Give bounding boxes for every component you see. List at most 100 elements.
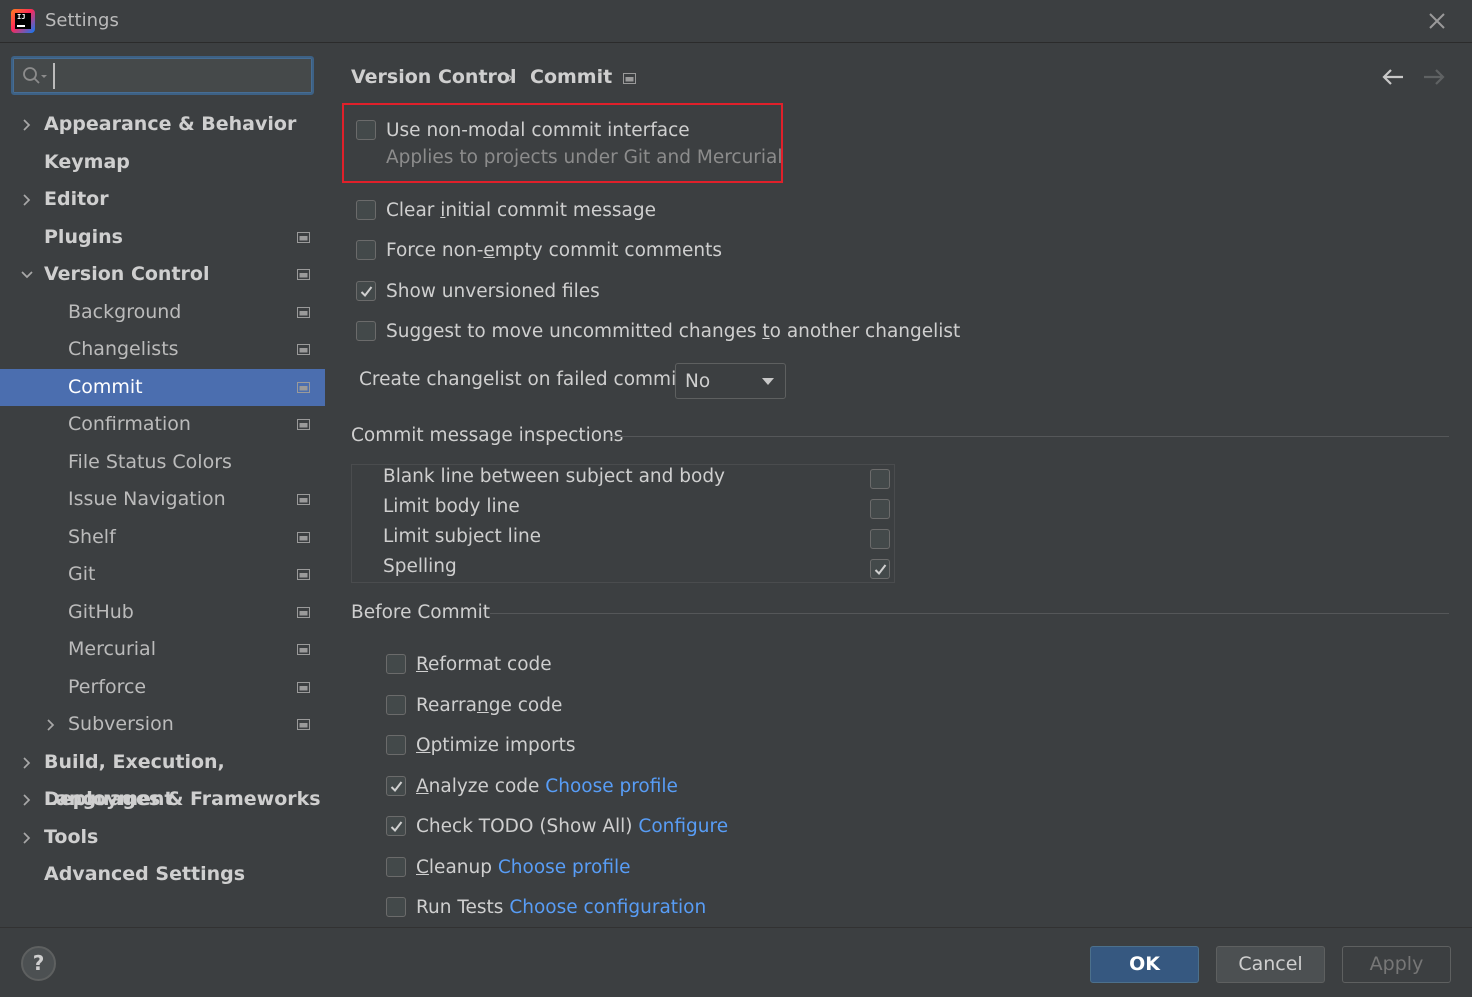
before-commit-label: Cleanup Choose profile bbox=[416, 857, 631, 878]
before-commit-checkbox[interactable] bbox=[386, 816, 406, 836]
sidebar-item-tools[interactable]: Tools bbox=[0, 819, 325, 857]
sidebar-item-editor[interactable]: Editor bbox=[0, 181, 325, 219]
non-modal-description: Applies to projects under Git and Mercur… bbox=[386, 147, 783, 168]
sidebar-item-version-control[interactable]: Version Control bbox=[0, 256, 325, 294]
project-level-icon bbox=[297, 494, 310, 505]
cancel-button[interactable]: Cancel bbox=[1216, 946, 1325, 983]
project-level-icon bbox=[623, 73, 636, 84]
force-comments-label: Force non-empty commit comments bbox=[386, 240, 722, 261]
before-commit-checkbox[interactable] bbox=[386, 695, 406, 715]
project-level-icon bbox=[297, 606, 310, 618]
search-input[interactable] bbox=[53, 63, 303, 89]
sidebar-item-shelf[interactable]: Shelf bbox=[0, 519, 325, 557]
inspection-row[interactable]: Limit subject line bbox=[352, 525, 894, 555]
inspection-checkbox[interactable] bbox=[870, 559, 890, 579]
sidebar-item-commit[interactable]: Commit bbox=[0, 368, 325, 406]
chevron-right-icon[interactable] bbox=[20, 118, 34, 132]
forward-arrow-icon[interactable] bbox=[1422, 67, 1446, 87]
failed-commit-select[interactable]: No bbox=[675, 363, 786, 399]
inspection-row[interactable]: Spelling bbox=[352, 555, 894, 585]
sidebar-item-mercurial[interactable]: Mercurial bbox=[0, 631, 325, 669]
failed-commit-value: No bbox=[685, 371, 711, 392]
inspections-title: Commit message inspections bbox=[351, 425, 624, 446]
project-level-icon bbox=[297, 344, 310, 355]
before-commit-label: Run Tests Choose configuration bbox=[416, 897, 707, 918]
non-modal-checkbox[interactable] bbox=[356, 120, 376, 140]
sidebar-item-advanced-settings[interactable]: Advanced Settings bbox=[0, 856, 325, 894]
sidebar-item-appearance-behavior[interactable]: Appearance & Behavior bbox=[0, 106, 325, 144]
sidebar-item-languages-frameworks[interactable]: Languages & Frameworks bbox=[0, 781, 325, 819]
ok-button[interactable]: OK bbox=[1090, 946, 1199, 983]
sidebar-item-subversion[interactable]: Subversion bbox=[0, 706, 325, 744]
back-arrow-icon[interactable] bbox=[1381, 67, 1405, 87]
project-level-icon bbox=[297, 269, 310, 280]
sidebar-item-changelists[interactable]: Changelists bbox=[0, 331, 325, 369]
sidebar-item-github[interactable]: GitHub bbox=[0, 594, 325, 632]
before-commit-label: Reformat code bbox=[416, 654, 552, 675]
apply-button[interactable]: Apply bbox=[1342, 946, 1451, 983]
before-commit-link[interactable]: Configure bbox=[638, 816, 728, 837]
sidebar-item-issue-navigation[interactable]: Issue Navigation bbox=[0, 481, 325, 519]
search-icon[interactable] bbox=[22, 66, 48, 86]
inspection-row[interactable]: Limit body line bbox=[352, 495, 894, 525]
show-unversioned-label: Show unversioned files bbox=[386, 281, 600, 302]
sidebar-item-confirmation[interactable]: Confirmation bbox=[0, 406, 325, 444]
sidebar-item-label: Version Control bbox=[44, 263, 210, 285]
before-commit-link[interactable]: Choose configuration bbox=[509, 897, 706, 918]
sidebar-item-label: Changelists bbox=[68, 338, 179, 360]
before-commit-label: Check TODO (Show All) Configure bbox=[416, 816, 729, 837]
sidebar-item-perforce[interactable]: Perforce bbox=[0, 669, 325, 707]
intellij-logo-icon: IJ bbox=[11, 9, 35, 33]
before-commit-checkbox[interactable] bbox=[386, 897, 406, 917]
before-commit-link[interactable]: Choose profile bbox=[545, 776, 678, 797]
inspection-checkbox[interactable] bbox=[870, 529, 890, 549]
settings-content: Version Control › Commit Use non-modal c… bbox=[325, 43, 1472, 927]
sidebar-item-keymap[interactable]: Keymap bbox=[0, 144, 325, 182]
chevron-right-icon[interactable] bbox=[20, 831, 34, 845]
sidebar-item-label: Appearance & Behavior bbox=[44, 113, 297, 135]
project-level-icon bbox=[297, 569, 310, 580]
project-level-icon bbox=[297, 644, 310, 655]
inspection-label: Limit subject line bbox=[383, 526, 542, 547]
title-bar: IJ Settings bbox=[0, 0, 1472, 43]
inspection-checkbox[interactable] bbox=[870, 469, 890, 489]
settings-tree: Appearance & Behavior Keymap Editor Plugins… bbox=[0, 106, 325, 894]
search-box[interactable] bbox=[11, 56, 314, 95]
breadcrumb-parent[interactable]: Version Control bbox=[351, 66, 516, 88]
force-comments-checkbox[interactable] bbox=[356, 240, 376, 260]
sidebar-item-label: Plugins bbox=[44, 225, 123, 248]
inspection-label: Blank line between subject and body bbox=[383, 466, 726, 487]
before-commit-checkbox[interactable] bbox=[386, 735, 406, 755]
chevron-right-icon[interactable] bbox=[44, 718, 58, 732]
sidebar-item-git[interactable]: Git bbox=[0, 556, 325, 594]
sidebar-item-label: GitHub bbox=[68, 600, 134, 623]
project-level-icon bbox=[297, 381, 310, 393]
before-commit-link[interactable]: Choose profile bbox=[498, 857, 631, 878]
chevron-right-icon[interactable] bbox=[20, 793, 34, 807]
failed-commit-label: Create changelist on failed commit: bbox=[359, 369, 690, 390]
before-commit-checkbox[interactable] bbox=[386, 654, 406, 674]
chevron-down-icon[interactable] bbox=[20, 268, 34, 282]
inspections-table: Blank line between subject and body Limit… bbox=[351, 464, 895, 583]
sidebar-item-background[interactable]: Background bbox=[0, 294, 325, 332]
inspection-row[interactable]: Blank line between subject and body bbox=[352, 465, 894, 495]
suggest-move-checkbox[interactable] bbox=[356, 321, 376, 341]
clear-initial-message-checkbox[interactable] bbox=[356, 200, 376, 220]
chevron-right-icon[interactable] bbox=[20, 756, 34, 770]
sidebar-item-file-status-colors[interactable]: File Status Colors bbox=[0, 444, 325, 482]
sidebar-item-label: Git bbox=[68, 563, 96, 585]
sidebar-item-label: Tools bbox=[44, 825, 99, 848]
show-unversioned-checkbox[interactable] bbox=[356, 281, 376, 301]
sidebar-item-plugins[interactable]: Plugins bbox=[0, 219, 325, 257]
before-commit-checkbox[interactable] bbox=[386, 857, 406, 877]
help-button[interactable]: ? bbox=[21, 946, 56, 981]
sidebar-item-label: Advanced Settings bbox=[44, 863, 246, 885]
close-icon[interactable] bbox=[1424, 8, 1450, 34]
inspection-checkbox[interactable] bbox=[870, 499, 890, 519]
sidebar-item-label: Confirmation bbox=[68, 413, 191, 435]
before-commit-checkbox[interactable] bbox=[386, 776, 406, 796]
project-level-icon bbox=[297, 306, 310, 318]
sidebar-item-build-execution-deployment[interactable]: Build, Execution, Deployment bbox=[0, 744, 325, 810]
project-level-icon bbox=[297, 231, 310, 243]
chevron-right-icon[interactable] bbox=[20, 193, 34, 207]
